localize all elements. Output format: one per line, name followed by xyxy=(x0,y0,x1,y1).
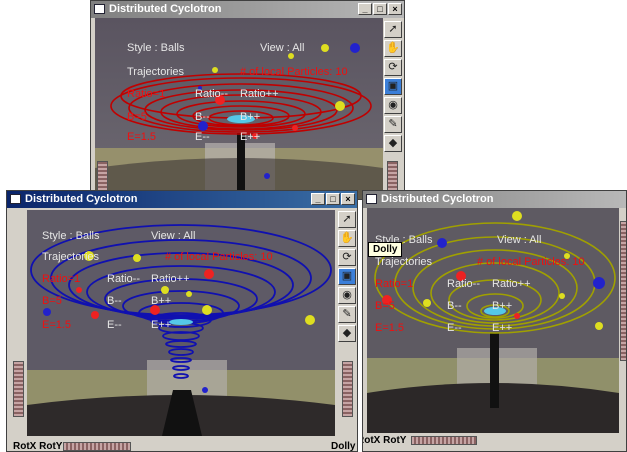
particle-count-label: # of local Particles: 10 xyxy=(240,66,348,78)
e-increase-button[interactable]: E++ xyxy=(492,322,512,334)
window-app-icon xyxy=(94,4,105,14)
maximize-button[interactable]: □ xyxy=(373,3,387,15)
ratio-decrease-button[interactable]: Ratio-- xyxy=(195,88,228,100)
shield-icon[interactable]: ◆ xyxy=(384,135,402,152)
cyclotron-3d-view[interactable]: Style : Balls View : All Trajectories # … xyxy=(27,210,335,436)
tool-palette: ➚ ✋ ⟳ ▣ ◉ ✎ ◆ xyxy=(384,21,404,152)
maximize-button[interactable]: □ xyxy=(326,193,340,205)
e-value: E=1.5 xyxy=(375,322,405,334)
dolly-slider[interactable] xyxy=(342,361,353,417)
eye-view-icon[interactable]: ◉ xyxy=(338,287,356,304)
view-label[interactable]: View : All xyxy=(151,230,195,242)
window-title: Distributed Cyclotron xyxy=(25,193,138,205)
e-increase-button[interactable]: E++ xyxy=(240,131,260,143)
particle-count-label: # of local Particles: 10 xyxy=(477,256,585,268)
zoom-box-icon[interactable]: ▣ xyxy=(384,78,402,95)
b-decrease-button[interactable]: B-- xyxy=(447,300,462,312)
tool-palette: ➚ ✋ ⟳ ▣ ◉ ✎ ◆ xyxy=(338,211,357,342)
rotation-label: RotX RotY xyxy=(363,435,407,446)
rotation-slider[interactable] xyxy=(63,442,131,451)
ratio-increase-button[interactable]: Ratio++ xyxy=(151,273,190,285)
window-app-icon xyxy=(10,194,21,204)
ratio-decrease-button[interactable]: Ratio-- xyxy=(107,273,140,285)
dolly-slider[interactable] xyxy=(620,221,626,361)
ratio-value: Ratio=1 xyxy=(42,273,81,285)
brush-icon[interactable]: ✎ xyxy=(338,306,356,323)
zoom-slider[interactable] xyxy=(13,361,24,417)
eye-view-icon[interactable]: ◉ xyxy=(384,97,402,114)
b-decrease-button[interactable]: B-- xyxy=(195,111,210,123)
rotation-slider[interactable] xyxy=(411,436,477,445)
e-increase-button[interactable]: E++ xyxy=(151,319,171,331)
pointer-arrow-icon[interactable]: ➚ xyxy=(338,211,356,228)
trajectories-toggle[interactable]: Trajectories xyxy=(375,256,432,268)
cyclotron-window-front[interactable]: Distributed Cyclotron _ □ × Style: Ball… xyxy=(6,190,358,452)
dolly-label: Dolly xyxy=(331,441,356,452)
cyclotron-window-back[interactable]: Distributed Cyclotron _ □ × Style: Ball… xyxy=(90,0,405,200)
ratio-value: Ratio=1 xyxy=(127,88,166,100)
shield-icon[interactable]: ◆ xyxy=(338,325,356,342)
close-button[interactable]: × xyxy=(388,3,402,15)
b-value: B=5 xyxy=(42,295,62,307)
ratio-increase-button[interactable]: Ratio++ xyxy=(492,278,531,290)
e-decrease-button[interactable]: E-- xyxy=(447,322,462,334)
minimize-button[interactable]: _ xyxy=(311,193,325,205)
b-decrease-button[interactable]: B-- xyxy=(107,295,122,307)
window-title: Distributed Cyclotron xyxy=(381,193,494,205)
title-bar[interactable]: Distributed Cyclotron _ □ × xyxy=(91,1,404,18)
scene-graphics xyxy=(27,210,335,436)
cyclotron-window-right[interactable]: Distributed Cyclotron Style: Balls View… xyxy=(362,190,627,452)
particle-count-label: # of local Particles: 10 xyxy=(165,251,273,263)
rotate-view-icon[interactable]: ⟳ xyxy=(384,59,402,76)
rotate-view-icon[interactable]: ⟳ xyxy=(338,249,356,266)
style-label[interactable]: Style : Balls xyxy=(42,230,99,242)
e-decrease-button[interactable]: E-- xyxy=(195,131,210,143)
pointer-arrow-icon[interactable]: ➚ xyxy=(384,21,402,38)
view-label[interactable]: View : All xyxy=(260,42,304,54)
window-title: Distributed Cyclotron xyxy=(109,3,222,15)
close-button[interactable]: × xyxy=(341,193,355,205)
window-app-icon xyxy=(366,194,377,204)
minimize-button[interactable]: _ xyxy=(358,3,372,15)
view-label[interactable]: View : All xyxy=(497,234,541,246)
b-increase-button[interactable]: B++ xyxy=(151,295,171,307)
rotation-label: RotX RotY xyxy=(13,441,63,452)
title-bar[interactable]: Distributed Cyclotron _ □ × xyxy=(7,191,357,208)
brush-icon[interactable]: ✎ xyxy=(384,116,402,133)
zoom-slider[interactable] xyxy=(97,161,108,191)
b-value: B=5 xyxy=(375,300,395,312)
b-value: B=5 xyxy=(127,111,147,123)
e-value: E=1.5 xyxy=(42,319,72,331)
style-label[interactable]: Style : Balls xyxy=(127,42,184,54)
ratio-value: Ratio=1 xyxy=(375,278,414,290)
ratio-increase-button[interactable]: Ratio++ xyxy=(240,88,279,100)
dolly-tooltip: Dolly xyxy=(368,242,403,257)
cyclotron-3d-view[interactable]: Style : Balls View : All Trajectories # … xyxy=(367,208,619,433)
title-bar[interactable]: Distributed Cyclotron xyxy=(363,191,626,208)
cyclotron-3d-view[interactable]: Style : Balls View : All Trajectories # … xyxy=(95,18,383,199)
trajectories-toggle[interactable]: Trajectories xyxy=(42,251,99,263)
e-value: E=1.5 xyxy=(127,131,157,143)
ratio-decrease-button[interactable]: Ratio-- xyxy=(447,278,480,290)
hand-pan-icon[interactable]: ✋ xyxy=(384,40,402,57)
b-increase-button[interactable]: B++ xyxy=(492,300,512,312)
b-increase-button[interactable]: B++ xyxy=(240,111,260,123)
trajectories-toggle[interactable]: Trajectories xyxy=(127,66,184,78)
hand-pan-icon[interactable]: ✋ xyxy=(338,230,356,247)
zoom-box-icon[interactable]: ▣ xyxy=(338,268,356,285)
e-decrease-button[interactable]: E-- xyxy=(107,319,122,331)
